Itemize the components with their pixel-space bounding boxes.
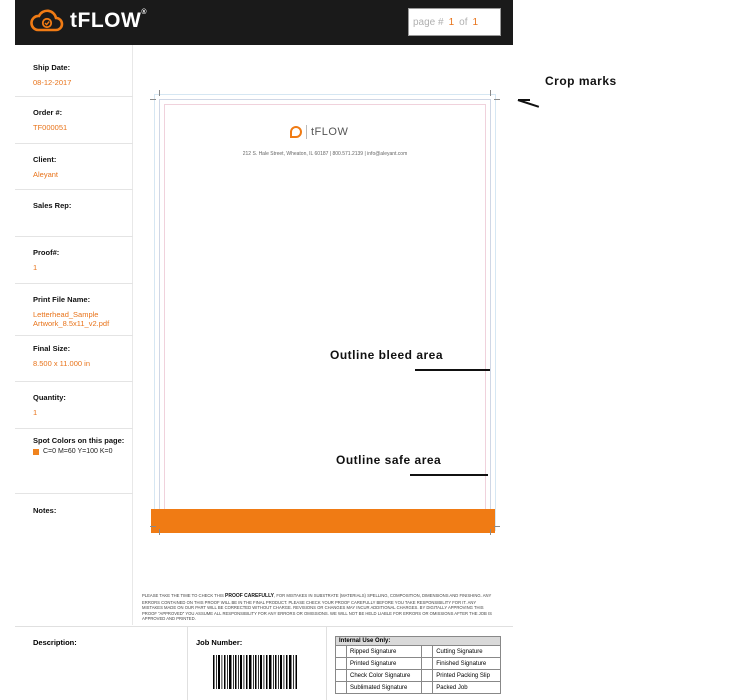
spot-color-entry: C=0 M=60 Y=100 K=0: [33, 448, 133, 455]
crop-marks-annotation: Crop marks: [545, 74, 617, 88]
internal-cell: Check Color Signature: [345, 669, 423, 682]
proof-preview: tFLOW 212 S. Hale Street, Wheaton, IL 60…: [150, 90, 500, 535]
document-footer-bar: [151, 509, 495, 533]
client-value: Aleyant: [33, 170, 59, 179]
quantity-field: Quantity: 1: [15, 382, 133, 429]
cloud-check-icon: [30, 9, 64, 32]
safe-arrow: [410, 474, 488, 476]
order-label: Order #:: [33, 108, 63, 117]
signature-checkbox[interactable]: [421, 657, 434, 670]
job-info-sidebar: Ship Date: 08-12-2017 Order #: TF000051 …: [15, 45, 133, 625]
crop-mark: [150, 526, 156, 527]
internal-use-table: Internal Use Only: Ripped Signature Cutt…: [335, 636, 501, 694]
internal-row: Printed Signature Finished Signature: [335, 657, 501, 670]
print-file-value: Letterhead_Sample Artwork_8.5x11_v2.pdf: [33, 310, 133, 328]
logo-divider: [306, 125, 307, 139]
document-logo: tFLOW: [290, 125, 348, 139]
crop-mark: [159, 90, 160, 96]
internal-row: Ripped Signature Cutting Signature: [335, 645, 501, 658]
page-indicator: page # 1 of 1: [408, 8, 501, 36]
final-size-value: 8.500 x 11.000 in: [33, 359, 90, 368]
client-field: Client: Aleyant: [15, 144, 133, 190]
notes-label: Notes:: [33, 506, 57, 515]
crop-mark: [490, 90, 491, 96]
page-total: 1: [472, 16, 479, 28]
crop-mark: [494, 526, 500, 527]
internal-cell: Finished Signature: [432, 657, 501, 670]
spot-colors-label: Spot Colors on this page:: [33, 436, 125, 445]
final-size-label: Final Size:: [33, 344, 71, 353]
client-label: Client:: [33, 155, 57, 164]
order-field: Order #: TF000051: [15, 97, 133, 144]
spot-color-value: C=0 M=60 Y=100 K=0: [43, 448, 113, 455]
signature-checkbox[interactable]: [421, 645, 434, 658]
signature-checkbox[interactable]: [335, 645, 347, 658]
print-file-label: Print File Name:: [33, 295, 91, 304]
crop-mark: [150, 99, 156, 100]
ship-date-value: 08-12-2017: [33, 78, 72, 87]
quantity-value: 1: [33, 408, 38, 417]
tflow-logo: tFLOW®: [30, 9, 147, 33]
header-bar: tFLOW® page # 1 of 1: [15, 0, 513, 45]
sales-rep-label: Sales Rep:: [33, 201, 72, 210]
description-label: Description:: [33, 638, 77, 647]
spot-color-swatch: [33, 448, 39, 455]
safe-annotation: Outline safe area: [336, 453, 442, 467]
crop-mark: [490, 529, 491, 535]
page-current: 1: [448, 16, 455, 28]
internal-use-header: Internal Use Only:: [335, 636, 501, 646]
internal-cell: Printed Signature: [345, 657, 423, 670]
ship-date-label: Ship Date:: [33, 63, 71, 72]
signature-checkbox[interactable]: [421, 681, 434, 694]
proof-value: 1: [33, 263, 38, 272]
brand-name: tFLOW®: [70, 9, 147, 32]
bleed-arrow: [415, 369, 490, 371]
bleed-annotation: Outline bleed area: [330, 348, 444, 362]
notes-field: Notes:: [15, 494, 133, 625]
internal-cell: Packed Job: [432, 681, 501, 694]
print-file-field: Print File Name: Letterhead_Sample Artwo…: [15, 284, 133, 336]
page-of-label: of: [459, 16, 468, 28]
internal-cell: Cutting Signature: [432, 645, 501, 658]
internal-cell: Printed Packing Slip: [432, 669, 501, 682]
signature-checkbox[interactable]: [335, 681, 347, 694]
page-label: page #: [413, 16, 444, 28]
document-address: 212 S. Hale Street, Wheaton, IL 60187 | …: [242, 151, 408, 157]
internal-cell: Sublimated Signature: [345, 681, 423, 694]
crop-marks-arrow-head: [518, 99, 530, 101]
internal-cell: Ripped Signature: [345, 645, 423, 658]
internal-use-header-row: Internal Use Only:: [335, 636, 501, 646]
document-logo-mark-icon: [290, 126, 302, 138]
disclaimer-emphasis: PROOF CAREFULLY: [225, 593, 274, 599]
final-size-field: Final Size: 8.500 x 11.000 in: [15, 336, 133, 382]
spot-colors-field: Spot Colors on this page: C=0 M=60 Y=100…: [15, 429, 133, 494]
proof-label: Proof#:: [33, 248, 60, 257]
signature-checkbox[interactable]: [335, 669, 347, 682]
ship-date-field: Ship Date: 08-12-2017: [15, 45, 133, 97]
barcode: [213, 655, 297, 689]
internal-row: Sublimated Signature Packed Job: [335, 681, 501, 694]
job-number-label: Job Number:: [196, 638, 243, 647]
crop-mark: [159, 529, 160, 535]
quantity-label: Quantity:: [33, 393, 66, 402]
sales-rep-field: Sales Rep:: [15, 190, 133, 237]
signature-checkbox[interactable]: [421, 669, 434, 682]
crop-mark: [494, 99, 500, 100]
disclaimer-intro: Please take the time to check this: [142, 593, 224, 598]
signature-checkbox[interactable]: [335, 657, 347, 670]
print-file-line2: Artwork_8.5x11_v2.pdf: [33, 319, 110, 328]
proof-field: Proof#: 1: [15, 237, 133, 284]
internal-row: Check Color Signature Printed Packing Sl…: [335, 669, 501, 682]
print-file-line1: Letterhead_Sample: [33, 310, 99, 319]
bottom-section: Description: Job Number: Internal Use On…: [15, 626, 513, 700]
order-value: TF000051: [33, 123, 68, 132]
job-number-box: Job Number:: [187, 627, 327, 700]
proof-disclaimer: Please take the time to check this PROOF…: [142, 593, 497, 622]
document-brand: tFLOW: [311, 126, 349, 138]
